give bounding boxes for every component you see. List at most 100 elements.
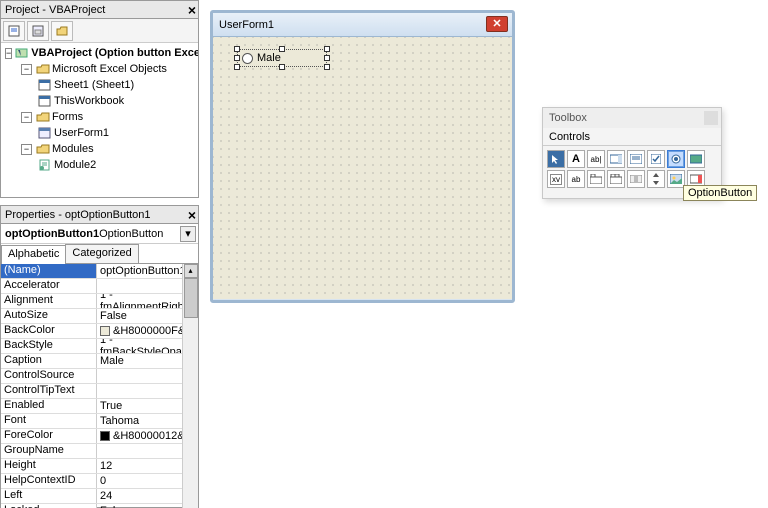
- property-row[interactable]: ForeColor&H80000012&: [1, 429, 198, 444]
- project-explorer: Project - VBAProject × − VBAProject (Opt…: [0, 0, 199, 198]
- property-name: Left: [1, 489, 97, 503]
- property-row[interactable]: LockedFalse: [1, 504, 198, 508]
- toolbox-title-bar[interactable]: Toolbox: [543, 108, 721, 128]
- property-row[interactable]: EnabledTrue: [1, 399, 198, 414]
- resize-handle[interactable]: [234, 46, 240, 52]
- project-toolbar: [1, 19, 198, 43]
- resize-handle[interactable]: [234, 55, 240, 61]
- expand-icon[interactable]: −: [21, 64, 32, 75]
- tree-item-module2[interactable]: Module2: [1, 157, 198, 173]
- property-row[interactable]: AutoSizeFalse: [1, 309, 198, 324]
- project-title-bar: Project - VBAProject ×: [1, 1, 198, 19]
- resize-handle[interactable]: [279, 46, 285, 52]
- resize-handle[interactable]: [234, 64, 240, 70]
- object-selector[interactable]: optOptionButton1 OptionButton ▾: [1, 224, 198, 244]
- combobox-tool[interactable]: [607, 150, 625, 168]
- tree-label: ThisWorkbook: [54, 95, 124, 107]
- object-type: OptionButton: [99, 228, 163, 240]
- tree-group-excel-objects[interactable]: − Microsoft Excel Objects: [1, 61, 198, 77]
- property-value-text: Male: [100, 355, 124, 367]
- userform-title-bar[interactable]: UserForm1 ✕: [213, 13, 512, 37]
- tree-item-workbook[interactable]: ThisWorkbook: [1, 93, 198, 109]
- dropdown-icon[interactable]: ▾: [180, 226, 196, 242]
- resize-handle[interactable]: [324, 46, 330, 52]
- property-row[interactable]: HelpContextID0: [1, 474, 198, 489]
- textbox-tool[interactable]: ab|: [587, 150, 605, 168]
- property-row[interactable]: ControlSource: [1, 369, 198, 384]
- spinbutton-tool[interactable]: [647, 170, 665, 188]
- worksheet-icon: [37, 78, 52, 92]
- commandbutton-tool[interactable]: ab: [567, 170, 585, 188]
- scrollbar[interactable]: ▴: [182, 264, 198, 508]
- resize-handle[interactable]: [324, 55, 330, 61]
- property-name: HelpContextID: [1, 474, 97, 488]
- vba-project-icon: [15, 46, 29, 60]
- optionbutton-tool[interactable]: [667, 150, 685, 168]
- tree-item-sheet1[interactable]: Sheet1 (Sheet1): [1, 77, 198, 93]
- project-tree[interactable]: − VBAProject (Option button Excel VBA − …: [1, 43, 198, 195]
- property-row[interactable]: BackColor&H8000000F&: [1, 324, 198, 339]
- expand-icon[interactable]: −: [21, 144, 32, 155]
- properties-title-text: Properties - optOptionButton1: [5, 209, 151, 221]
- property-row[interactable]: Left24: [1, 489, 198, 504]
- property-name: GroupName: [1, 444, 97, 458]
- property-value-text: Tahoma: [100, 415, 139, 427]
- tree-root[interactable]: − VBAProject (Option button Excel VBA: [1, 45, 198, 61]
- color-swatch: [100, 431, 110, 441]
- property-value-text: &H80000012&: [113, 430, 185, 442]
- property-row[interactable]: CaptionMale: [1, 354, 198, 369]
- properties-grid[interactable]: (Name)optOptionButton1AcceleratorAlignme…: [1, 264, 198, 508]
- design-surface[interactable]: Male: [213, 37, 512, 299]
- close-icon[interactable]: ×: [188, 1, 196, 19]
- tabstrip-tool[interactable]: [587, 170, 605, 188]
- close-icon[interactable]: ×: [188, 206, 196, 224]
- tree-label: Modules: [52, 143, 94, 155]
- resize-handle[interactable]: [279, 64, 285, 70]
- close-icon[interactable]: [704, 111, 718, 125]
- frame-tool[interactable]: xv: [547, 170, 565, 188]
- view-code-button[interactable]: [3, 21, 25, 41]
- expand-icon[interactable]: −: [5, 48, 12, 59]
- folder-toggle-button[interactable]: [51, 21, 73, 41]
- resize-handle[interactable]: [324, 64, 330, 70]
- listbox-tool[interactable]: [627, 150, 645, 168]
- properties-panel: Properties - optOptionButton1 × optOptio…: [0, 205, 199, 508]
- property-row[interactable]: Height12: [1, 459, 198, 474]
- togglebutton-tool[interactable]: [687, 150, 705, 168]
- property-value-text: 12: [100, 460, 112, 472]
- scroll-thumb[interactable]: [184, 278, 198, 318]
- scrollbar-tool[interactable]: [627, 170, 645, 188]
- tree-group-forms[interactable]: − Forms: [1, 109, 198, 125]
- pointer-tool[interactable]: [547, 150, 565, 168]
- multipage-tool[interactable]: [607, 170, 625, 188]
- label-tool[interactable]: A: [567, 150, 585, 168]
- property-row[interactable]: (Name)optOptionButton1: [1, 264, 198, 279]
- property-row[interactable]: FontTahoma: [1, 414, 198, 429]
- scroll-up-icon[interactable]: ▴: [184, 264, 198, 278]
- property-name: Height: [1, 459, 97, 473]
- toolbox-tab-controls[interactable]: Controls: [543, 128, 721, 146]
- property-row[interactable]: BackStyle1 - fmBackStyleOpaque: [1, 339, 198, 354]
- tab-categorized[interactable]: Categorized: [65, 244, 138, 263]
- property-row[interactable]: GroupName: [1, 444, 198, 459]
- close-icon[interactable]: ✕: [486, 16, 508, 32]
- tree-label: Sheet1 (Sheet1): [54, 79, 134, 91]
- view-object-button[interactable]: [27, 21, 49, 41]
- color-swatch: [100, 326, 110, 336]
- userform-designer[interactable]: UserForm1 ✕ Male: [210, 10, 515, 303]
- property-name: Font: [1, 414, 97, 428]
- properties-tabs: Alphabetic Categorized: [1, 244, 198, 264]
- property-row[interactable]: Accelerator: [1, 279, 198, 294]
- property-row[interactable]: ControlTipText: [1, 384, 198, 399]
- property-name: BackColor: [1, 324, 97, 338]
- expand-icon[interactable]: −: [21, 112, 32, 123]
- tab-alphabetic[interactable]: Alphabetic: [1, 245, 66, 264]
- checkbox-tool[interactable]: [647, 150, 665, 168]
- option-button-control[interactable]: Male: [237, 49, 327, 67]
- tree-item-userform1[interactable]: UserForm1: [1, 125, 198, 141]
- property-row[interactable]: Alignment1 - fmAlignmentRight: [1, 294, 198, 309]
- property-value-text: 1 - fmAlignmentRight: [100, 294, 195, 308]
- property-name: Locked: [1, 504, 97, 508]
- tree-group-modules[interactable]: − Modules: [1, 141, 198, 157]
- property-name: ControlSource: [1, 369, 97, 383]
